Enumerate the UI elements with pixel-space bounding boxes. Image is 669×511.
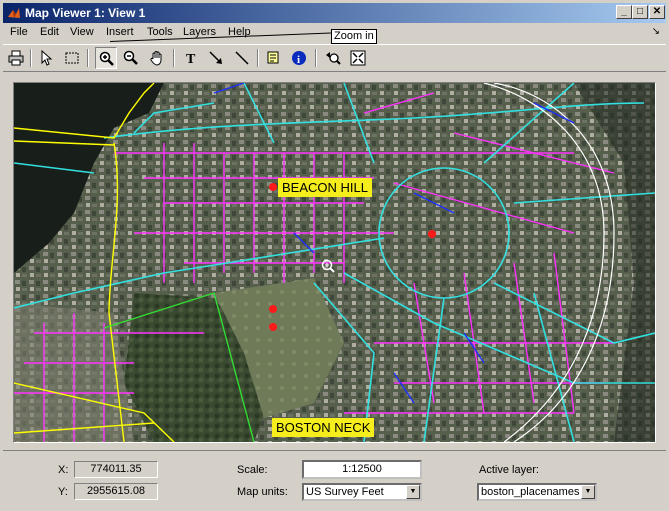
print-button[interactable] [5,47,27,69]
select-area-button[interactable] [61,47,83,69]
info-button[interactable]: i [288,47,310,69]
x-coord-value: 774011.35 [74,461,158,478]
toolbar-separator [173,49,175,67]
dock-arrow-icon[interactable]: ↘ [652,26,660,37]
insert-arrow-button[interactable] [205,47,227,69]
y-coord-label: Y: [58,486,68,498]
menu-edit[interactable]: Edit [40,26,59,38]
map-viewer-window: Map Viewer 1: View 1 _ □ ✕ File Edit Vie… [0,0,669,511]
window-title: Map Viewer 1: View 1 [25,6,146,20]
toolbar-separator [257,49,259,67]
map-canvas[interactable] [14,83,655,442]
toolbar-separator [315,49,317,67]
label-boston-neck[interactable]: BOSTON NECK [272,418,375,437]
zoom-in-tooltip: Zoom in [331,29,377,44]
insert-text-button[interactable]: T [180,47,202,69]
insert-line-button[interactable] [231,47,253,69]
status-panel: X: 774011.35 Y: 2955615.08 Scale: 1:1250… [3,450,666,509]
matlab-logo-icon [8,8,20,18]
close-button[interactable]: ✕ [649,5,665,19]
datatip-button[interactable] [263,47,285,69]
zoom-out-icon [123,50,138,65]
map-panel[interactable]: BEACON HILL BOSTON NECK [13,82,656,443]
select-arrow-button[interactable] [35,47,57,69]
y-coord-value: 2955615.08 [74,483,158,500]
scale-label: Scale: [237,464,268,476]
point-boston-common[interactable] [269,305,277,313]
print-icon [8,50,24,66]
svg-text:T: T [186,52,196,66]
active-layer-label: Active layer: [479,464,539,476]
menu-file[interactable]: File [10,26,28,38]
insert-text-icon: T [186,52,196,66]
toolbar-separator [87,49,89,67]
previous-extent-button[interactable] [322,47,344,69]
menu-insert[interactable]: Insert [106,26,134,38]
zoom-in-icon [99,51,114,66]
title-bar: Map Viewer 1: View 1 _ □ ✕ [3,3,666,23]
select-area-icon [65,52,79,64]
label-beacon-hill[interactable]: BEACON HILL [278,178,372,197]
svg-text:i: i [297,54,300,66]
x-coord-label: X: [58,464,69,476]
map-units-value: US Survey Feet [306,486,384,498]
pan-button[interactable] [146,47,168,69]
toolbar-separator [30,49,32,67]
zoom-in-button[interactable] [95,47,117,69]
insert-line-icon [235,51,249,65]
info-icon: i [292,51,306,66]
pan-hand-icon [150,51,162,66]
active-layer-select[interactable]: boston_placenames ▼ [477,483,597,501]
map-units-label: Map units: [237,486,288,498]
previous-extent-icon [326,52,341,65]
toolbar: T i [3,44,666,72]
fit-to-window-button[interactable] [347,47,369,69]
point-frog-pond[interactable] [269,323,277,331]
zoom-out-button[interactable] [120,47,142,69]
insert-arrow-icon [209,51,222,64]
chevron-down-icon[interactable]: ▼ [581,485,595,499]
maximize-button[interactable]: □ [632,5,648,19]
menu-tools[interactable]: Tools [147,26,173,38]
point-government-center[interactable] [428,230,436,238]
point-beacon-hill[interactable] [269,183,277,191]
menu-view[interactable]: View [70,26,94,38]
select-arrow-icon [41,50,53,66]
datatip-icon [267,51,279,64]
active-layer-value: boston_placenames [481,486,580,498]
chevron-down-icon[interactable]: ▼ [406,485,420,499]
map-units-select[interactable]: US Survey Feet ▼ [302,483,422,501]
fit-to-window-icon [350,50,366,66]
scale-input[interactable]: 1:12500 [302,460,422,479]
minimize-button[interactable]: _ [616,5,632,19]
